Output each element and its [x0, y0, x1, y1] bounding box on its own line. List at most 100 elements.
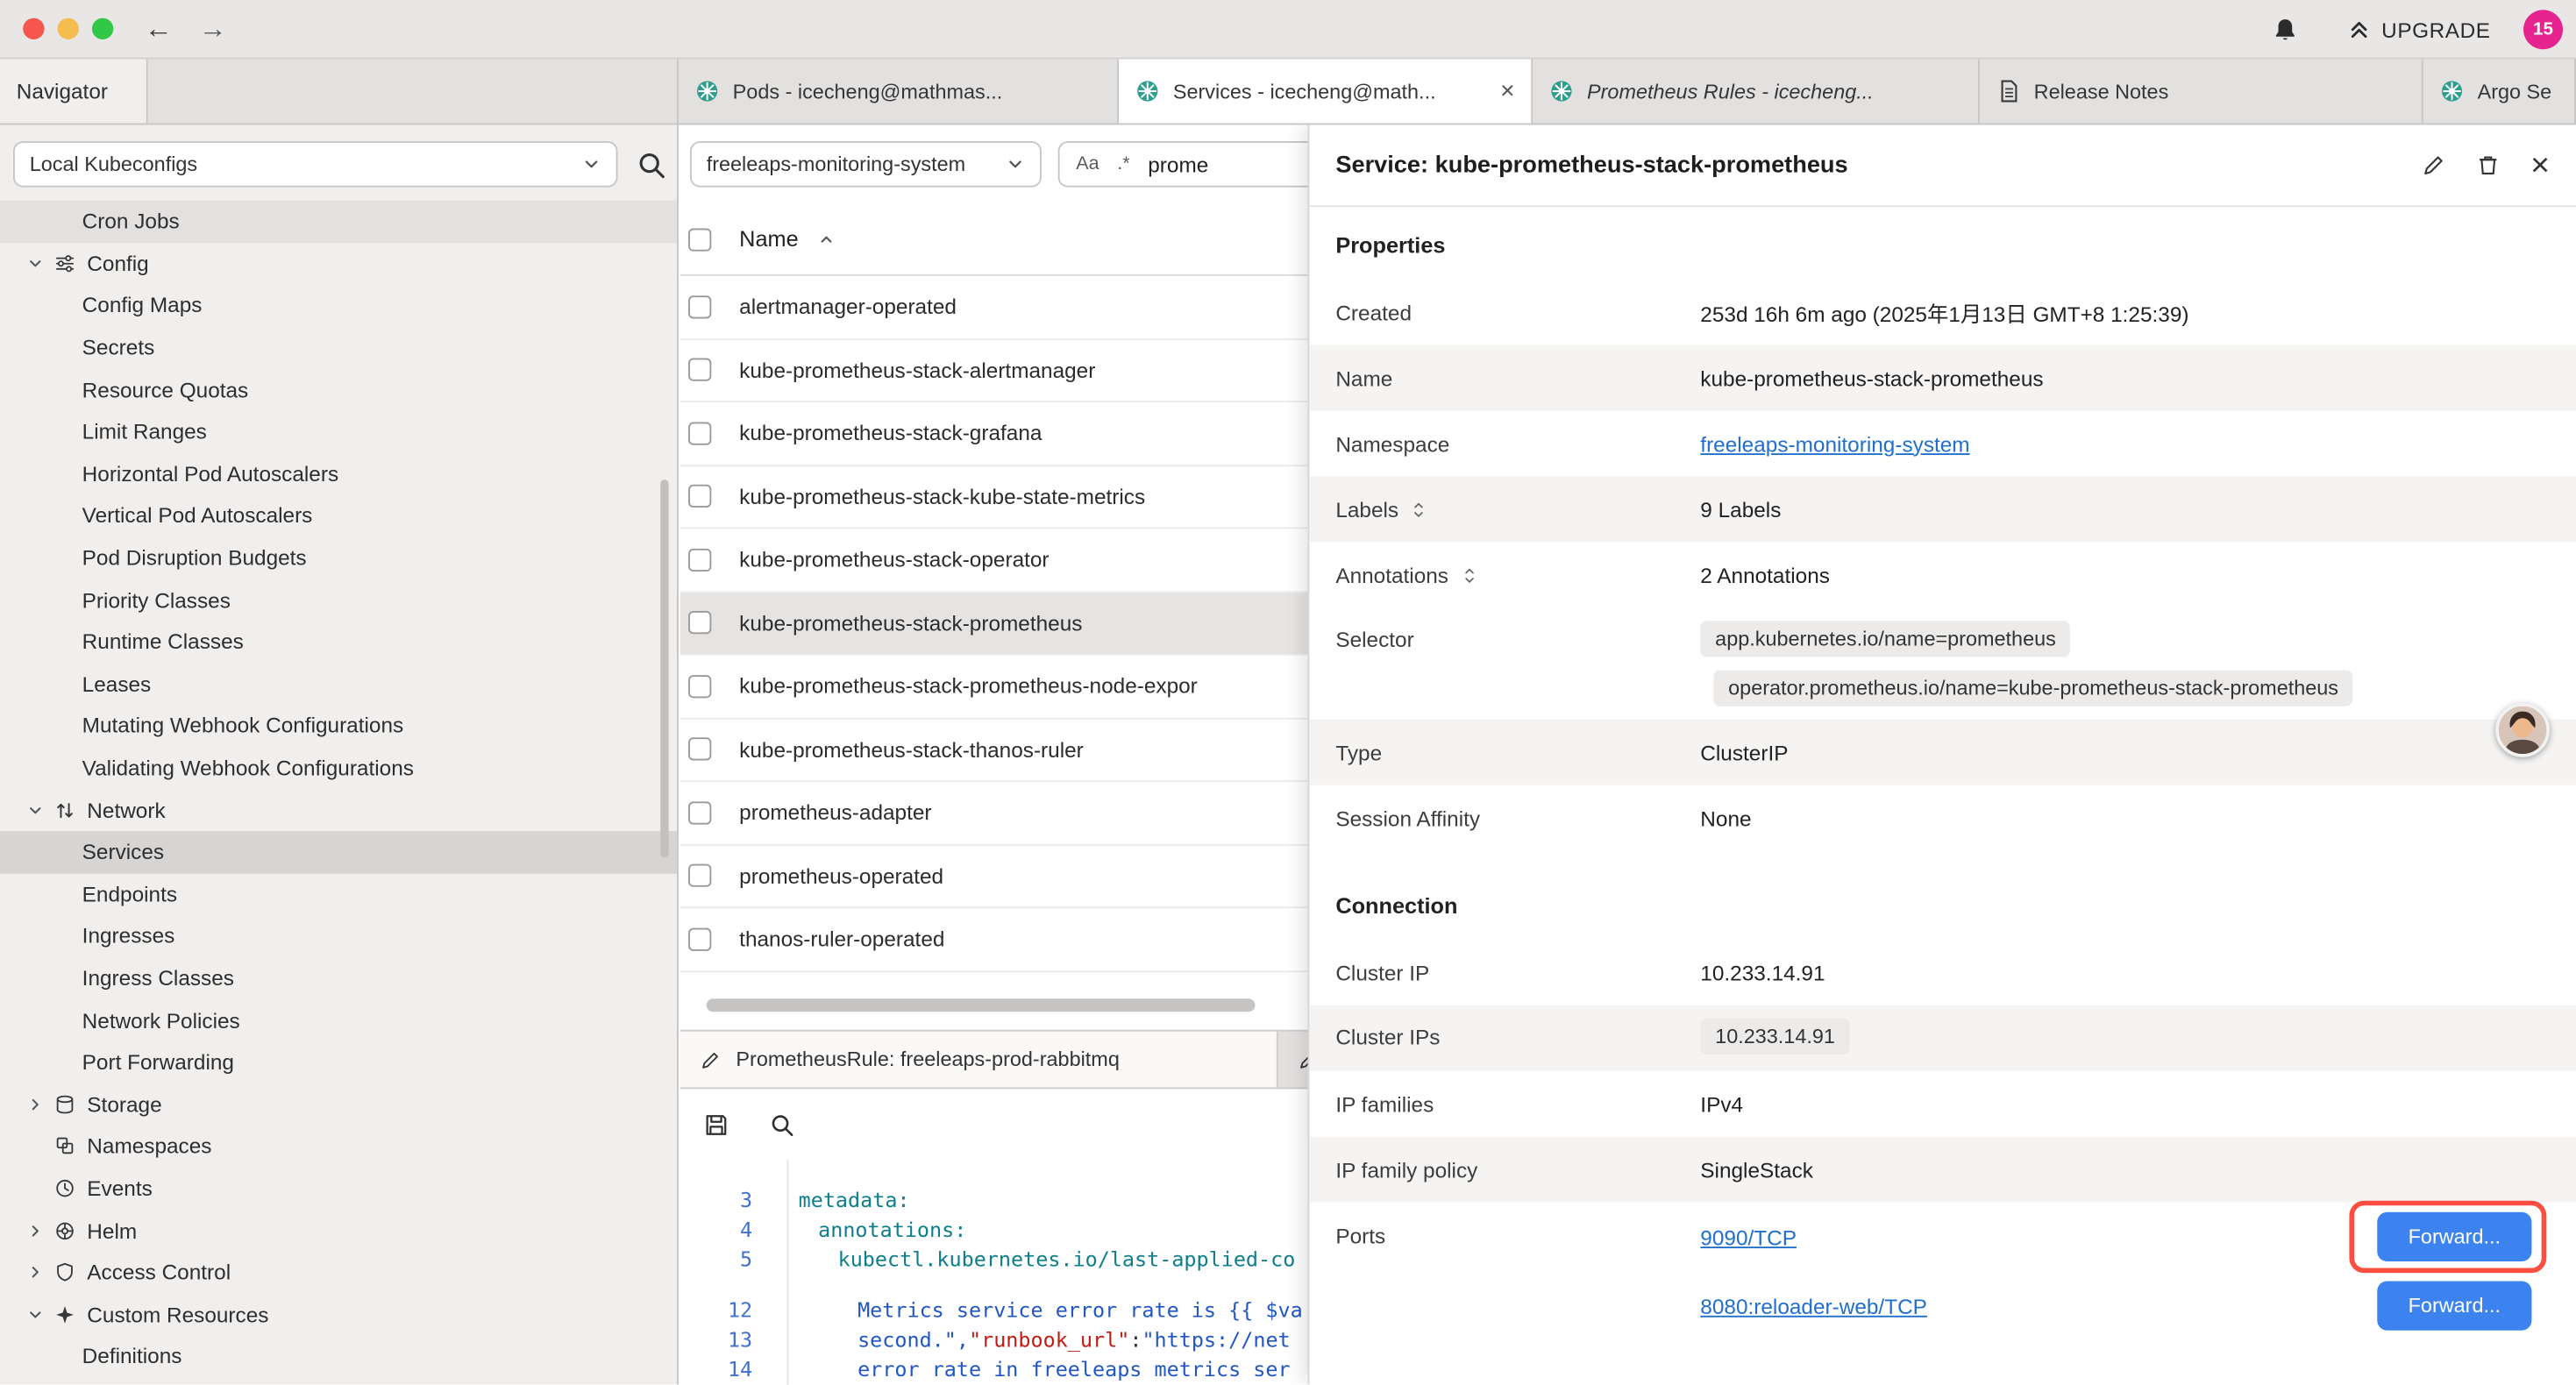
row-checkbox[interactable] — [688, 359, 711, 381]
row-checkbox[interactable] — [688, 611, 711, 634]
editor-tab-prometheusrule[interactable]: PrometheusRule: freeleaps-prod-rabbitmq — [680, 1032, 1278, 1088]
port-link[interactable]: 9090/TCP — [1700, 1225, 1797, 1249]
tab-close-icon[interactable]: × — [1491, 79, 1515, 103]
window-minimize-button[interactable] — [58, 18, 79, 39]
chevron-down-icon — [581, 154, 601, 174]
save-button[interactable] — [703, 1112, 729, 1139]
sidebar-item-label: Storage — [87, 1092, 161, 1117]
port-link[interactable]: 8080:reloader-web/TCP — [1700, 1294, 1927, 1318]
close-button[interactable]: × — [2530, 149, 2550, 181]
row-checkbox[interactable] — [688, 548, 711, 571]
service-name: kube-prometheus-stack-alertmanager — [739, 358, 1095, 382]
sidebar-item-resource-quotas[interactable]: Resource Quotas — [0, 368, 677, 410]
sidebar-item-config-maps[interactable]: Config Maps — [0, 285, 677, 327]
forward-button[interactable]: → — [199, 13, 227, 46]
row-checkbox[interactable] — [688, 675, 711, 698]
sidebar-item-validating-webhook-configurations[interactable]: Validating Webhook Configurations — [0, 747, 677, 789]
property-label: Cluster IP — [1335, 960, 1700, 984]
property-value: IPv4 — [1700, 1091, 1743, 1116]
chevron-down-icon — [26, 254, 45, 273]
sidebar-item-endpoints[interactable]: Endpoints — [0, 873, 677, 915]
property-row-ports: Ports9090/TCPForward...8080:reloader-web… — [1309, 1203, 2576, 1340]
namespace-link[interactable]: freeleaps-monitoring-system — [1700, 431, 1969, 456]
sidebar-item-config[interactable]: Config — [0, 243, 677, 285]
sidebar-item-label: Priority Classes — [82, 587, 231, 612]
sidebar-item-network[interactable]: Network — [0, 789, 677, 831]
sidebar-search-icon[interactable] — [636, 149, 667, 181]
line-number: 4 — [680, 1217, 752, 1241]
horizontal-scrollbar[interactable] — [707, 998, 1256, 1012]
row-checkbox[interactable] — [688, 801, 711, 824]
tab-services-icecheng-math[interactable]: Services - icecheng@math... × — [1119, 59, 1533, 123]
sidebar-item-storage[interactable]: Storage — [0, 1083, 677, 1126]
sidebar-item-label: Vertical Pod Autoscalers — [82, 503, 313, 528]
notification-count-badge[interactable]: 15 — [2523, 10, 2563, 49]
row-checkbox[interactable] — [688, 927, 711, 950]
navigator-panel-tab[interactable]: Navigator — [0, 59, 148, 123]
tab-argo-se[interactable]: Argo Se — [2423, 59, 2576, 123]
sidebar-item-definitions[interactable]: Definitions — [0, 1335, 677, 1377]
select-all-checkbox[interactable] — [688, 228, 711, 251]
helm-icon — [54, 1219, 75, 1240]
sidebar-item-leases[interactable]: Leases — [0, 663, 677, 705]
row-checkbox[interactable] — [688, 738, 711, 761]
back-button[interactable]: ← — [145, 13, 173, 46]
sidebar-item-network-policies[interactable]: Network Policies — [0, 999, 677, 1041]
sidebar-item-limit-ranges[interactable]: Limit Ranges — [0, 410, 677, 452]
row-checkbox[interactable] — [688, 295, 711, 318]
editor-search-button[interactable] — [769, 1112, 795, 1139]
network-icon — [54, 799, 75, 820]
sidebar-item-vertical-pod-autoscalers[interactable]: Vertical Pod Autoscalers — [0, 494, 677, 536]
chevron-down-icon — [26, 1305, 45, 1324]
gutter-separator — [787, 1160, 789, 1385]
row-checkbox[interactable] — [688, 864, 711, 887]
chevron-down-icon — [26, 801, 45, 820]
line-number: 12 — [680, 1298, 752, 1323]
regex-toggle[interactable]: .* — [1117, 154, 1129, 174]
notifications-bell-icon[interactable] — [2272, 17, 2298, 43]
tab-pods-icecheng-mathmas[interactable]: Pods - icecheng@mathmas... — [679, 59, 1119, 123]
sidebar-item-namespaces[interactable]: Namespaces — [0, 1126, 677, 1168]
sidebar-item-horizontal-pod-autoscalers[interactable]: Horizontal Pod Autoscalers — [0, 452, 677, 494]
sidebar-item-custom-resources[interactable]: Custom Resources — [0, 1293, 677, 1335]
tab-release-notes[interactable]: Release Notes — [1980, 59, 2423, 123]
kubeconfig-select[interactable]: Local Kubeconfigs — [13, 141, 618, 187]
upgrade-button[interactable]: UPGRADE — [2347, 18, 2491, 42]
sidebar-item-label: Leases — [82, 671, 152, 696]
tab-prometheus-rules-icecheng[interactable]: Prometheus Rules - icecheng... — [1533, 59, 1980, 123]
sidebar-item-pod-disruption-budgets[interactable]: Pod Disruption Budgets — [0, 536, 677, 579]
service-name: kube-prometheus-stack-prometheus-node-ex… — [739, 674, 1198, 699]
name-column-header[interactable]: Name — [739, 227, 798, 252]
window-close-button[interactable] — [23, 18, 44, 39]
sidebar-scrollbar[interactable] — [660, 479, 668, 857]
sidebar-item-runtime-classes[interactable]: Runtime Classes — [0, 621, 677, 663]
forward-button[interactable]: Forward... — [2377, 1212, 2531, 1261]
sidebar-item-access-control[interactable]: Access Control — [0, 1251, 677, 1293]
sidebar-item-ingress-classes[interactable]: Ingress Classes — [0, 957, 677, 999]
sidebar-item-services[interactable]: Services — [0, 831, 677, 873]
property-label: Annotations — [1335, 563, 1700, 587]
sidebar-item-port-forwarding[interactable]: Port Forwarding — [0, 1041, 677, 1083]
sort-ascending-icon — [816, 229, 836, 248]
edit-button[interactable] — [2422, 153, 2446, 177]
tab-title: Services - icecheng@math... — [1173, 80, 1436, 103]
sidebar-item-secrets[interactable]: Secrets — [0, 326, 677, 368]
sidebar-item-mutating-webhook-configurations[interactable]: Mutating Webhook Configurations — [0, 705, 677, 747]
sidebar-item-label: Services — [82, 840, 164, 864]
row-checkbox[interactable] — [688, 422, 711, 444]
property-row-namespace: Namespacefreeleaps-monitoring-system — [1309, 410, 2576, 476]
row-checkbox[interactable] — [688, 485, 711, 508]
sidebar-item-label: Endpoints — [82, 882, 177, 906]
sidebar-item-cron-jobs[interactable]: Cron Jobs — [0, 201, 677, 243]
forward-button[interactable]: Forward... — [2377, 1282, 2531, 1331]
window-zoom-button[interactable] — [92, 18, 113, 39]
sidebar-item-ingresses[interactable]: Ingresses — [0, 915, 677, 957]
sidebar-item-events[interactable]: Events — [0, 1168, 677, 1210]
sidebar-item-priority-classes[interactable]: Priority Classes — [0, 579, 677, 621]
sidebar-item-helm[interactable]: Helm — [0, 1210, 677, 1252]
namespace-select[interactable]: freeleaps-monitoring-system — [690, 141, 1042, 187]
service-name: kube-prometheus-stack-operator — [739, 547, 1049, 572]
delete-button[interactable] — [2476, 153, 2501, 177]
sidebar-item-label: Mutating Webhook Configurations — [82, 714, 404, 738]
match-case-toggle[interactable]: Aa — [1076, 154, 1099, 174]
